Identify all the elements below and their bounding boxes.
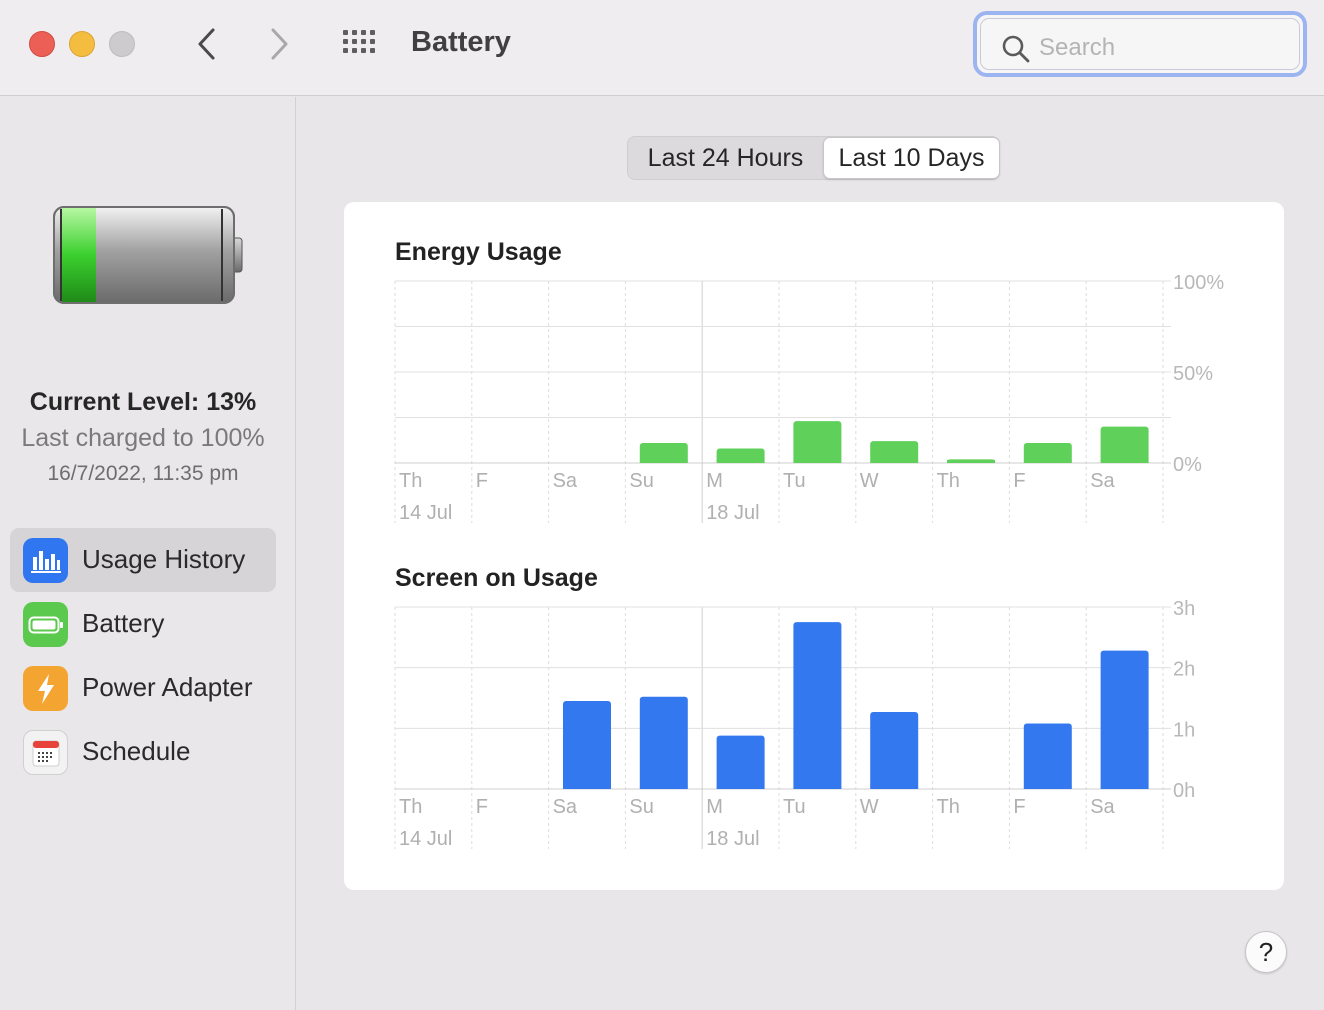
- chart-bar: [793, 622, 842, 789]
- help-button[interactable]: ?: [1245, 931, 1287, 973]
- chart-bar: [1100, 650, 1149, 789]
- chart-bar-base: [639, 786, 688, 789]
- x-day-label: F: [1013, 796, 1025, 818]
- x-day-label: Th: [399, 796, 422, 818]
- x-day-label: F: [476, 796, 488, 818]
- chart-bar-base: [1023, 786, 1072, 789]
- x-day-label: W: [860, 796, 879, 818]
- chart-bar: [639, 696, 688, 789]
- y-tick-label: 1h: [1173, 719, 1195, 741]
- screen-on-usage-chart: 3h 2h 1h 0h Th F Sa Su M Tu W Th F Sa 14 Jul 18 Jul: [394, 598, 1195, 850]
- chart-bar: [716, 735, 765, 789]
- x-day-label: M: [706, 796, 723, 818]
- chart-bar: [1023, 723, 1072, 789]
- chart-bar-base: [1100, 786, 1149, 789]
- y-tick-label: 2h: [1173, 659, 1195, 681]
- chart-bar-base: [716, 786, 765, 789]
- y-tick-label: 3h: [1173, 598, 1195, 620]
- chart-bar-base: [563, 786, 611, 789]
- x-day-label: Sa: [553, 796, 578, 818]
- x-date-label: 14 Jul: [399, 828, 452, 850]
- chart-bar: [870, 711, 919, 789]
- chart-bar-base: [793, 786, 842, 789]
- y-tick-label: 0h: [1173, 780, 1195, 802]
- x-date-label: 18 Jul: [706, 828, 759, 850]
- chart-bar: [563, 701, 611, 789]
- x-day-label: Sa: [1090, 796, 1115, 818]
- chart-bar-base: [870, 786, 919, 789]
- x-day-label: Tu: [783, 796, 806, 818]
- x-day-label: Th: [937, 796, 960, 818]
- x-day-label: Su: [629, 796, 653, 818]
